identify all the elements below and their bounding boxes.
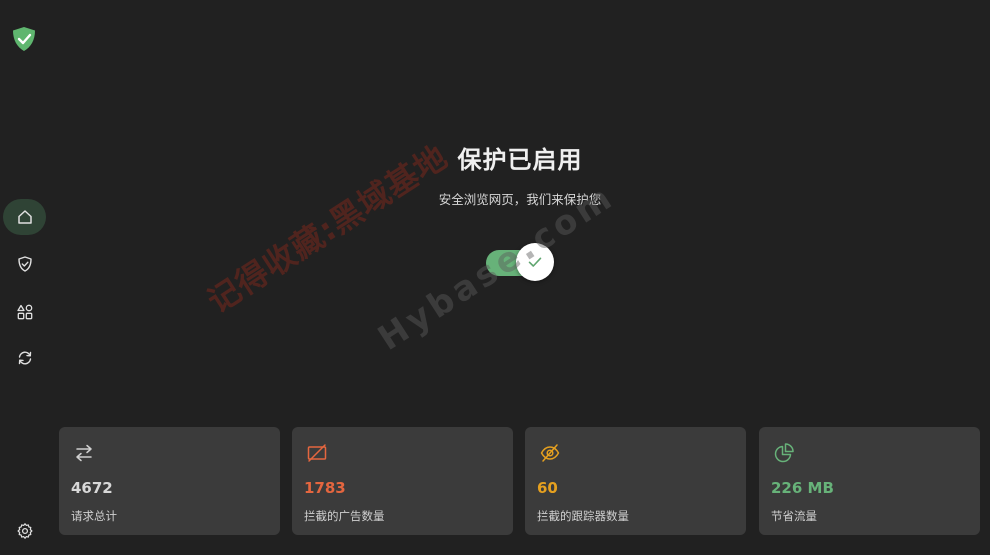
sidebar-item-sync[interactable]: [3, 340, 46, 376]
page-title: 保护已启用: [457, 146, 583, 174]
stat-card-total-requests[interactable]: 4672 请求总计: [59, 427, 280, 535]
sidebar-item-home[interactable]: [3, 199, 46, 235]
sidebar: [0, 0, 50, 555]
sync-icon: [18, 351, 31, 365]
ad-blocked-icon: [307, 444, 327, 462]
protection-toggle[interactable]: [486, 243, 556, 283]
toggle-knob: [516, 243, 554, 281]
sidebar-item-settings[interactable]: [3, 513, 46, 549]
stats-panel: 4672 请求总计 1783 拦截的广告数量 60 拦截的跟踪器数量 226 M…: [59, 427, 980, 535]
apps-icon: [16, 304, 32, 320]
home-icon: [17, 210, 32, 224]
stat-value: 226 MB: [771, 479, 834, 497]
stat-label: 节省流量: [771, 509, 817, 523]
shield-icon: [17, 256, 32, 272]
stat-value: 1783: [304, 479, 346, 497]
gear-icon: [17, 523, 32, 539]
pie-chart-icon: [774, 443, 794, 463]
eye-off-icon: [540, 444, 560, 462]
sidebar-item-apps[interactable]: [3, 294, 46, 330]
stat-label: 拦截的跟踪器数量: [537, 509, 629, 523]
sidebar-item-protection[interactable]: [3, 246, 46, 282]
stat-value: 60: [537, 479, 558, 497]
check-icon: [528, 257, 542, 267]
adguard-logo-icon: [10, 25, 38, 53]
page-subtitle: 安全浏览网页，我们来保护您: [438, 192, 602, 207]
protection-status: 保护已启用 安全浏览网页，我们来保护您: [50, 140, 990, 208]
stat-card-traffic-saved[interactable]: 226 MB 节省流量: [759, 427, 980, 535]
app-window: 保护已启用 安全浏览网页，我们来保护您 记得收藏:黑域基地 Hybase.com…: [0, 0, 990, 555]
stat-card-blocked-ads[interactable]: 1783 拦截的广告数量: [292, 427, 513, 535]
stat-card-blocked-trackers[interactable]: 60 拦截的跟踪器数量: [525, 427, 746, 535]
stat-label: 拦截的广告数量: [304, 509, 385, 523]
transfer-arrows-icon: [76, 444, 92, 462]
stat-value: 4672: [71, 479, 113, 497]
stat-label: 请求总计: [71, 509, 117, 523]
